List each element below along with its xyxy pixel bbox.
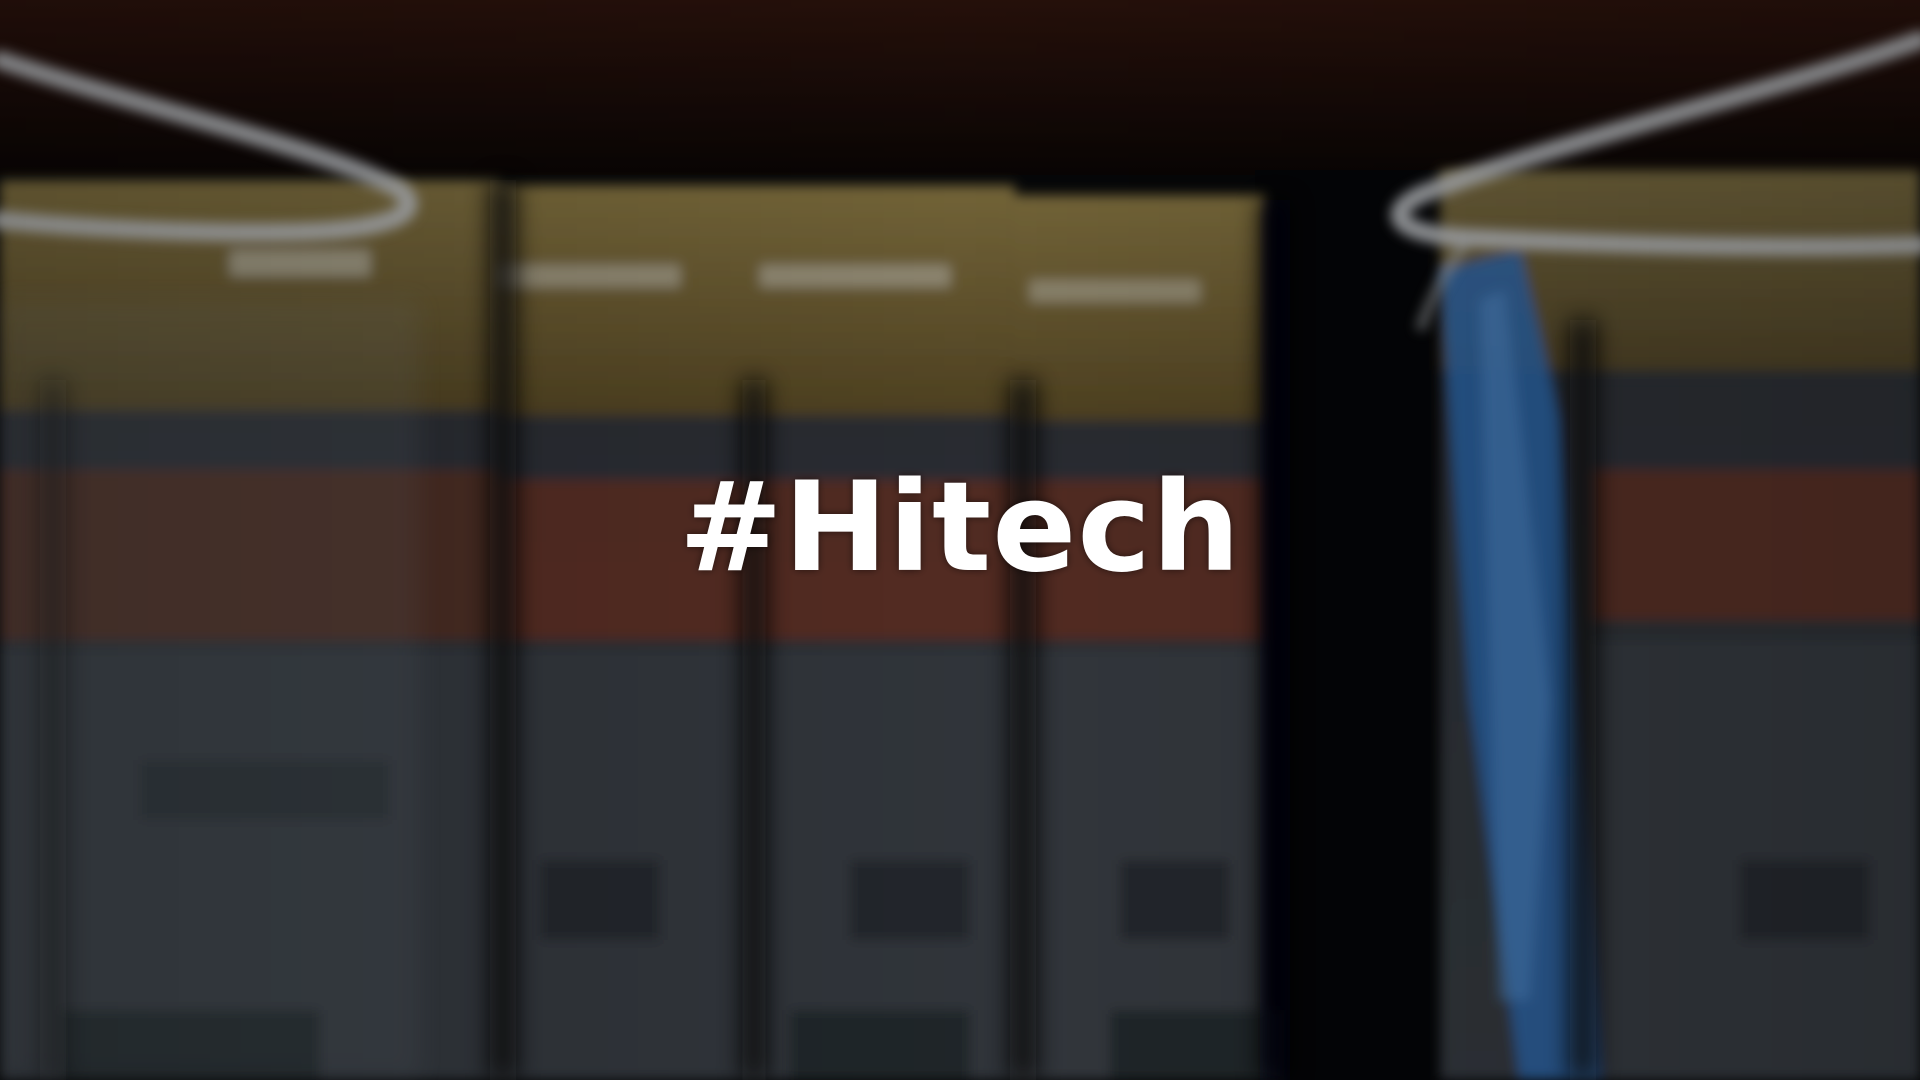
video-frame: #Hitech [0,0,1920,1080]
hashtag-caption: #Hitech [678,456,1242,600]
